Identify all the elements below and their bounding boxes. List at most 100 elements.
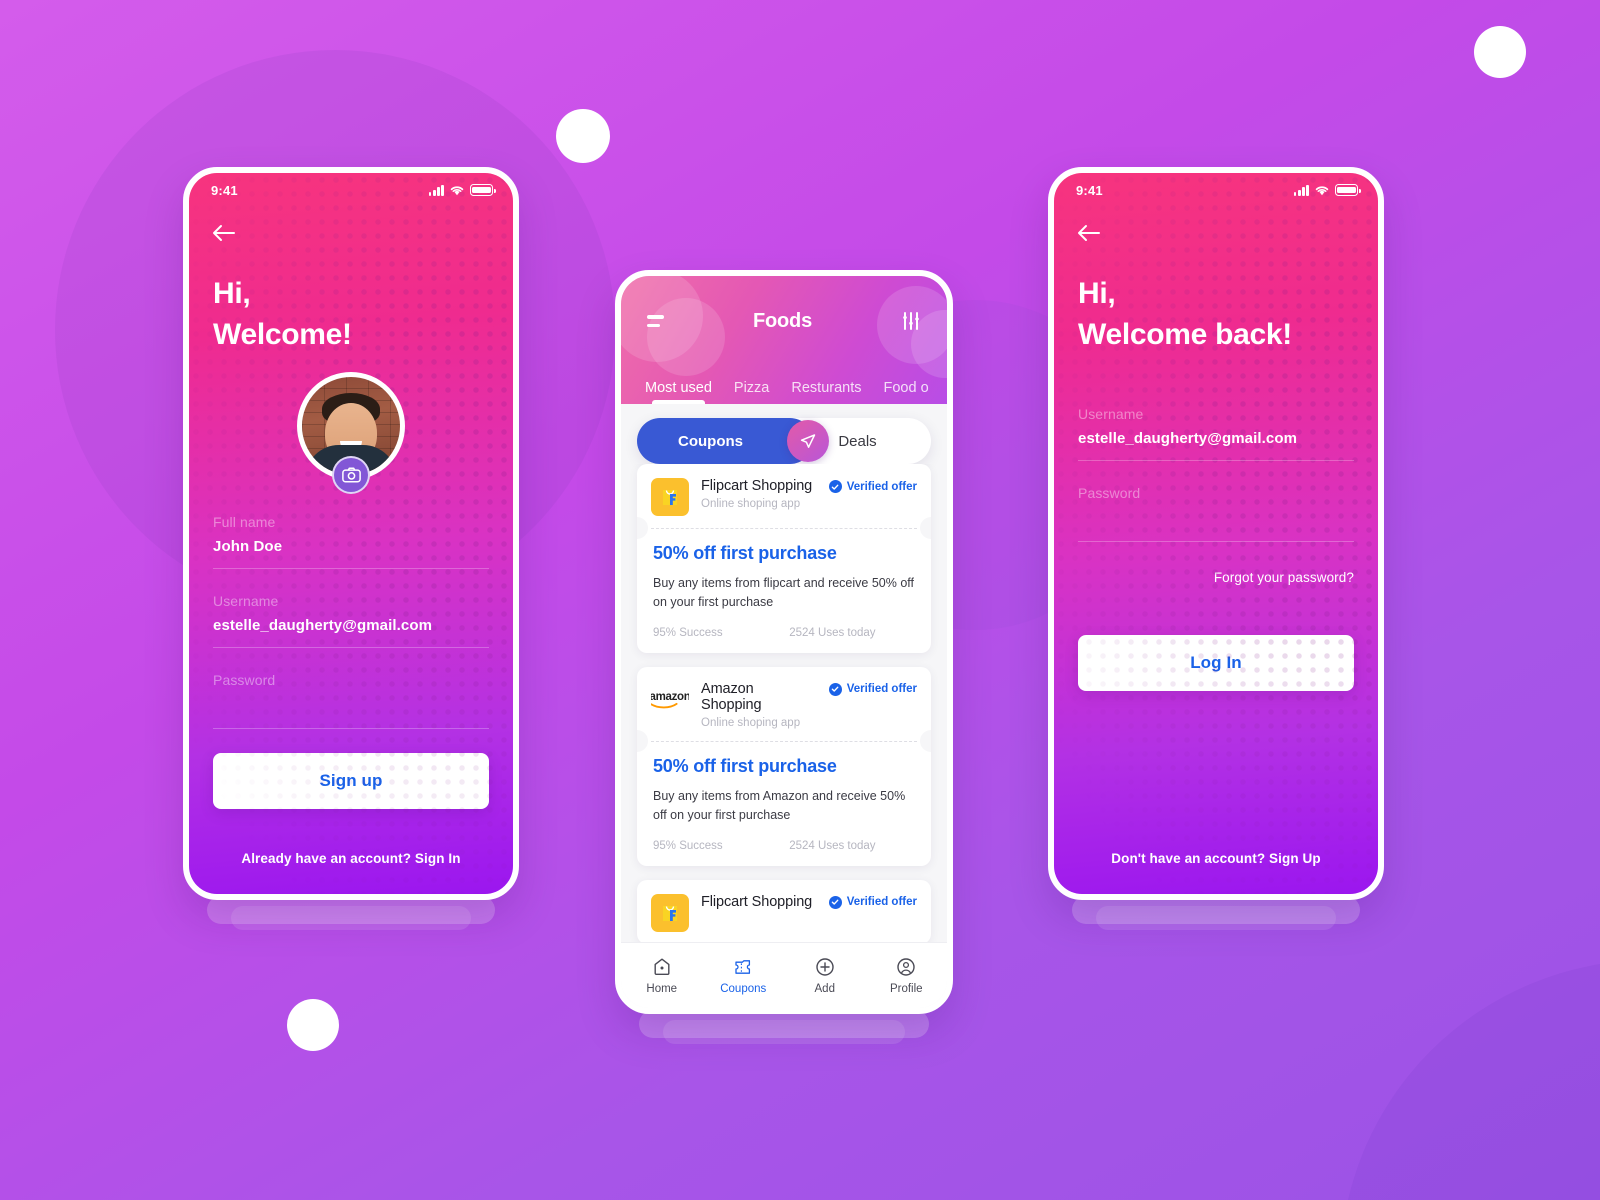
coupon-brand-block: Flipcart Shopping Online shoping app: [701, 478, 817, 510]
field-label: Password: [1078, 484, 1141, 501]
tab-pizza[interactable]: Pizza: [734, 380, 769, 404]
sign-in-link[interactable]: Already have an account? Sign In: [189, 851, 513, 866]
status-bar: 9:41: [189, 173, 513, 207]
tab-home[interactable]: Home: [621, 957, 703, 995]
field-full-name[interactable]: Full name John Doe: [213, 490, 489, 569]
status-icons: [428, 184, 496, 196]
tab-add[interactable]: Add: [784, 957, 866, 995]
field-label: Full name: [213, 513, 276, 530]
field-underline: [1078, 540, 1354, 542]
field-username[interactable]: Username estelle_daugherty@gmail.com: [213, 569, 489, 648]
field-label: Username: [213, 592, 279, 609]
verified-label: Verified offer: [846, 896, 917, 908]
coupon-brand-subtitle: Online shoping app: [701, 716, 801, 729]
tab-food-other[interactable]: Food o: [884, 380, 929, 404]
username-input[interactable]: estelle_daugherty@gmail.com: [1078, 430, 1354, 448]
greeting-line-2: Welcome!: [213, 318, 352, 352]
coupons-deals-toggle[interactable]: Coupons Deals: [637, 418, 931, 464]
field-password[interactable]: Password: [1078, 461, 1354, 542]
phone-foods: Foods Most used Pizza Resturants Food o …: [615, 270, 953, 1014]
tab-resturants[interactable]: Resturants: [791, 380, 861, 404]
verified-badge[interactable]: Verified offer: [828, 478, 917, 493]
toggle-coupons[interactable]: Coupons: [637, 433, 784, 450]
sign-up-button[interactable]: Sign up: [213, 752, 489, 809]
coupon-brand-block: Flipcart Shopping: [701, 894, 817, 910]
tab-coupons[interactable]: Coupons: [703, 957, 785, 995]
field-label: Password: [213, 671, 276, 688]
coupon-card[interactable]: amazon Amazon Shopping Online shoping ap…: [637, 666, 931, 866]
coupon-offer-title: 50% off first purchase: [653, 543, 837, 563]
coupon-brand-subtitle: Online shoping app: [701, 498, 801, 510]
back-button[interactable]: [1076, 223, 1102, 245]
tab-most-used[interactable]: Most used: [645, 380, 712, 404]
coupon-brand-name: Flipcart Shopping: [701, 893, 813, 910]
greeting-line-2: Welcome back!: [1078, 318, 1292, 352]
field-username[interactable]: Username estelle_daugherty@gmail.com: [1078, 382, 1354, 461]
status-time: 9:41: [1076, 182, 1103, 198]
coupon-body: 50% off first purchase Buy any items fro…: [637, 529, 931, 653]
password-input[interactable]: [213, 696, 489, 716]
decorative-circle-top-right: [1474, 26, 1526, 78]
coupon-success-rate: 95% Success: [653, 839, 723, 852]
verified-label: Verified offer: [846, 683, 917, 696]
field-underline: [213, 727, 489, 729]
foods-screen: Foods Most used Pizza Resturants Food o …: [621, 276, 947, 1008]
field-password[interactable]: Password: [213, 648, 489, 729]
coupon-stats: 95% Success 2524 Uses today: [653, 840, 915, 852]
battery-icon: [1335, 184, 1361, 196]
foods-header: Foods Most used Pizza Resturants Food o: [621, 276, 947, 404]
page-title: Hi, Welcome!: [213, 273, 513, 356]
coupon-success-rate: 95% Success: [653, 626, 723, 639]
camera-badge-button[interactable]: [332, 455, 370, 494]
phone-shadow-right-2: [1096, 906, 1336, 930]
profile-person-icon: [897, 957, 915, 976]
foods-category-tabs: Most used Pizza Resturants Food o: [621, 366, 947, 404]
username-input[interactable]: estelle_daugherty@gmail.com: [213, 617, 489, 635]
coupon-card[interactable]: Flipcart Shopping Verified offer: [637, 879, 931, 944]
full-name-input[interactable]: John Doe: [213, 538, 489, 556]
wifi-icon: [1315, 186, 1329, 195]
coupon-brand-name: Amazon Shopping: [701, 680, 762, 713]
verified-label: Verified offer: [846, 480, 917, 493]
toggle-knob[interactable]: [787, 420, 829, 462]
amazon-logo-icon: amazon: [651, 680, 689, 719]
page-title: Hi, Welcome back!: [1078, 273, 1378, 356]
password-input[interactable]: [1078, 509, 1354, 529]
back-arrow-icon: [1078, 225, 1100, 241]
check-circle-icon: [828, 895, 842, 909]
status-icons: [1293, 184, 1361, 196]
coupon-list[interactable]: Flipcart Shopping Online shoping app Ver…: [621, 464, 947, 1008]
phone-shadow-left-2: [231, 906, 471, 930]
greeting-line-1: Hi,: [213, 277, 251, 310]
log-in-button[interactable]: Log In: [1078, 634, 1354, 691]
decorative-circle-top-center: [556, 109, 610, 163]
home-icon: [654, 958, 670, 975]
sign-up-link[interactable]: Don't have an account? Sign Up: [1054, 851, 1378, 866]
wifi-icon: [450, 186, 464, 195]
greeting-line-1: Hi,: [1078, 277, 1116, 310]
avatar-uploader[interactable]: [297, 371, 405, 494]
phone-shadow-middle-1: [639, 1010, 929, 1038]
battery-icon: [470, 184, 496, 196]
verified-badge[interactable]: Verified offer: [828, 681, 917, 696]
coupon-card[interactable]: Flipcart Shopping Online shoping app Ver…: [637, 464, 931, 653]
send-paper-plane-icon: [800, 434, 816, 448]
filter-sliders-icon[interactable]: [901, 312, 921, 330]
artboard: 9:41 Hi, Welcome! Full name John Doe Use…: [0, 0, 1600, 1200]
forgot-password-link[interactable]: Forgot your password?: [1078, 570, 1354, 585]
check-circle-icon: [828, 682, 842, 696]
tab-label: Profile: [889, 982, 923, 995]
coupon-body: 50% off first purchase Buy any items fro…: [637, 742, 931, 866]
back-button[interactable]: [211, 223, 237, 245]
verified-badge[interactable]: Verified offer: [828, 894, 917, 909]
signal-bars-icon: [428, 184, 444, 196]
foods-title: Foods: [753, 309, 812, 332]
tab-profile[interactable]: Profile: [866, 957, 948, 995]
check-circle-icon: [828, 480, 842, 493]
hamburger-menu-icon[interactable]: [647, 315, 664, 327]
phone-login: 9:41 Hi, Welcome back! Username estelle_…: [1048, 167, 1384, 900]
plus-circle-icon: [816, 957, 834, 976]
phone-signup: 9:41 Hi, Welcome! Full name John Doe Use…: [183, 167, 519, 900]
coupon-description: Buy any items from flipcart and receive …: [653, 576, 914, 610]
phone-shadow-right-1: [1072, 896, 1360, 924]
